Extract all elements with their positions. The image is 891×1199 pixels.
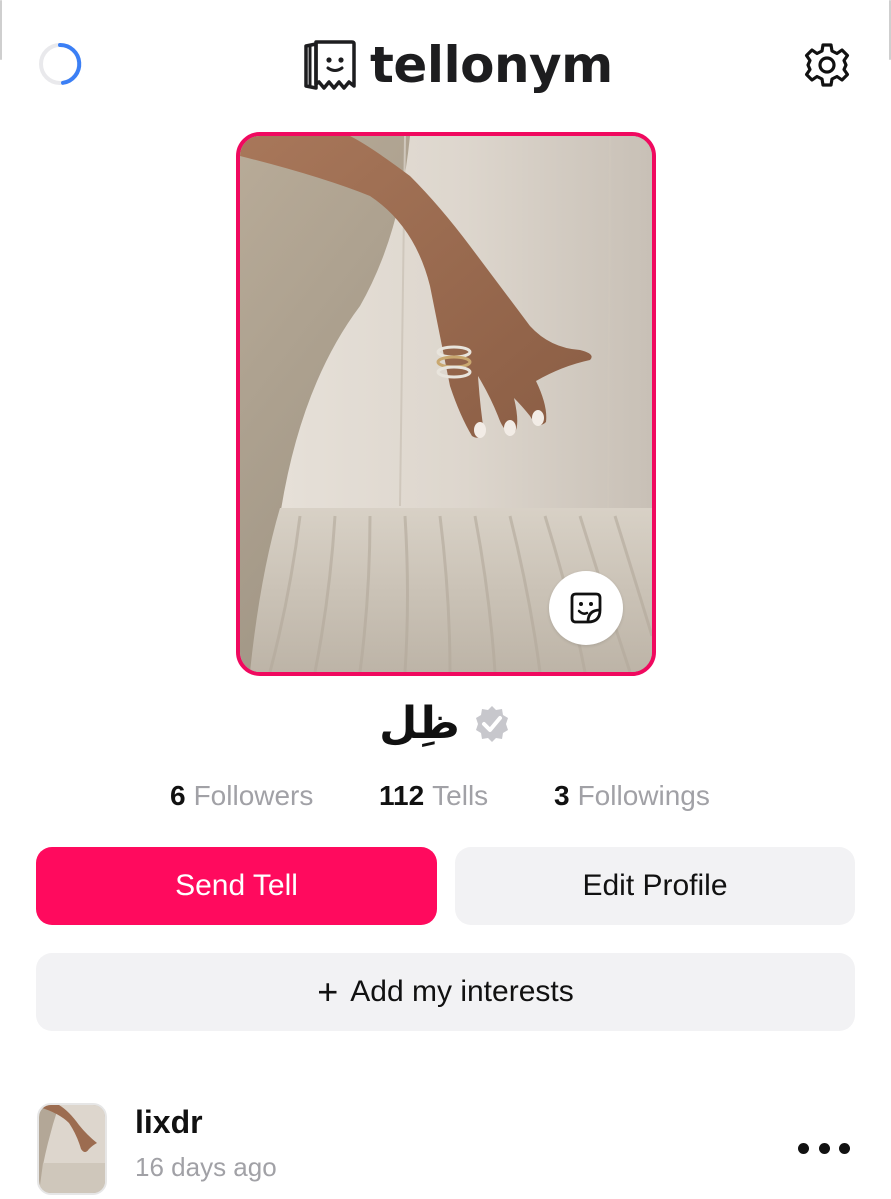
- more-horizontal-icon[interactable]: [798, 1132, 850, 1164]
- tells-count: 112: [379, 780, 425, 811]
- add-interests-label: Add my interests: [350, 975, 574, 1008]
- profile-stats: 6 Followers 112 Tells 3 Followings: [0, 780, 891, 824]
- send-tell-button[interactable]: Send Tell: [36, 847, 437, 925]
- avatar[interactable]: [37, 1103, 107, 1195]
- post-timestamp: 16 days ago: [135, 1152, 277, 1182]
- sticker-icon: [570, 592, 602, 624]
- verified-badge-icon: [475, 705, 508, 742]
- followers-count: 6: [170, 780, 186, 811]
- dot: [818, 1142, 830, 1154]
- edit-profile-button[interactable]: Edit Profile: [455, 847, 855, 925]
- followings-label: Followings: [577, 780, 710, 811]
- plus-icon: +: [317, 971, 339, 1012]
- tells-label: Tells: [432, 780, 489, 811]
- dot: [798, 1142, 809, 1154]
- profile-name-row: ظِل: [0, 698, 891, 749]
- tells-stat[interactable]: 112 Tells: [379, 780, 488, 812]
- avatar-image: [39, 1105, 105, 1193]
- brand-name: tellonym: [370, 36, 613, 94]
- screen-edge: [0, 0, 2, 60]
- followers-label: Followers: [193, 780, 314, 811]
- sticker-button[interactable]: [549, 571, 623, 645]
- gear-icon[interactable]: [803, 41, 851, 89]
- followings-count: 3: [554, 780, 570, 811]
- profile-name: ظِل: [379, 698, 460, 749]
- add-interests-button[interactable]: + Add my interests: [36, 953, 855, 1031]
- dot: [839, 1142, 850, 1154]
- post-username[interactable]: lixdr: [135, 1104, 203, 1141]
- tellonym-logo-icon: [304, 40, 356, 90]
- profile-screen: tellonym ظِل 6 Followers 112 Tells 3 Fol…: [0, 0, 891, 1199]
- app-logo[interactable]: tellonym: [300, 36, 613, 94]
- followings-stat[interactable]: 3 Followings: [554, 780, 710, 812]
- loading-spinner-icon: [39, 42, 82, 85]
- followers-stat[interactable]: 6 Followers: [170, 780, 313, 812]
